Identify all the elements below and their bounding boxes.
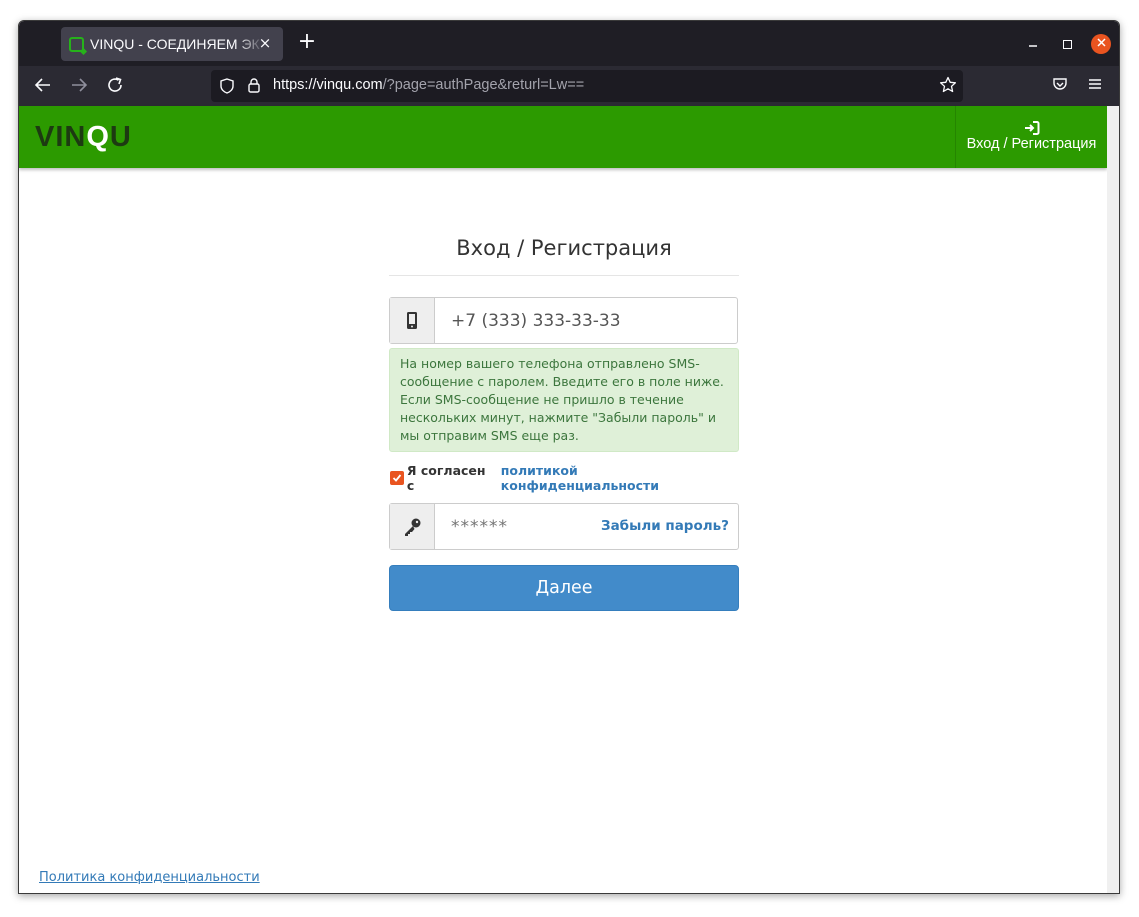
lock-icon[interactable] [247, 77, 261, 98]
back-arrow-icon[interactable] [33, 76, 53, 96]
logo-prefix: VIN [35, 121, 87, 153]
header-login-label: Вход / Регистрация [966, 136, 1097, 152]
page-scrollbar[interactable] [1107, 106, 1119, 893]
url-text[interactable]: https://vinqu.com/?page=authPage&returl=… [273, 77, 584, 93]
bookmark-star-icon[interactable] [939, 76, 957, 98]
reload-icon[interactable] [105, 76, 125, 96]
checkmark-icon [392, 474, 402, 482]
page-title: Вход / Регистрация [389, 236, 739, 276]
new-tab-button[interactable]: + [295, 31, 319, 55]
navigation-bar: https://vinqu.com/?page=authPage&returl=… [19, 66, 1119, 106]
maximize-button[interactable] [1056, 33, 1078, 55]
password-input-group: Забыли пароль? [389, 503, 739, 550]
logo-suffix: U [109, 121, 132, 153]
header-login-button[interactable]: Вход / Регистрация [955, 106, 1107, 168]
site-header: VINQU Вход / Регистрация [19, 106, 1107, 168]
phone-addon [390, 298, 435, 343]
vinqu-logo[interactable]: VINQU [35, 121, 132, 154]
phone-input-group [389, 297, 738, 344]
tracking-shield-icon[interactable] [219, 78, 235, 98]
browser-tab[interactable]: VINQU - СОЕДИНЯЕМ ЭК × [61, 27, 283, 61]
phone-input[interactable] [435, 298, 737, 343]
tab-title: VINQU - СОЕДИНЯЕМ ЭК [90, 36, 260, 52]
agree-checkbox[interactable] [390, 471, 404, 485]
mobile-phone-icon [407, 312, 417, 329]
page-content: VINQU Вход / Регистрация Вход / Регистра… [19, 106, 1107, 893]
url-host: https://vinqu.com [273, 77, 383, 93]
url-bar[interactable]: https://vinqu.com/?page=authPage&returl=… [211, 70, 963, 102]
privacy-agreement: Я согласен с политикой конфиденциальност… [389, 463, 739, 493]
url-path: /?page=authPage&returl=Lw== [382, 77, 585, 93]
sign-in-icon [1024, 121, 1039, 135]
password-addon [390, 504, 435, 549]
tab-close-icon[interactable]: × [256, 34, 274, 52]
minimize-button[interactable] [1022, 33, 1044, 55]
logo-q: Q [86, 121, 110, 153]
forward-arrow-icon[interactable] [69, 76, 89, 96]
pocket-icon[interactable] [1050, 76, 1070, 96]
site-favicon-icon [69, 36, 84, 52]
agree-text: Я согласен с [406, 463, 486, 493]
browser-window: VINQU - СОЕДИНЯЕМ ЭК × + https://vinqu.c… [18, 20, 1120, 894]
window-close-button[interactable] [1091, 34, 1111, 54]
tab-strip: VINQU - СОЕДИНЯЕМ ЭК × + [19, 21, 1119, 66]
forgot-password-link[interactable]: Забыли пароль? [601, 518, 729, 534]
privacy-policy-link[interactable]: политикой конфиденциальности [501, 463, 739, 493]
sms-notice: На номер вашего телефона отправлено SMS-… [389, 348, 739, 452]
key-icon [405, 518, 421, 536]
footer-privacy-link[interactable]: Политика конфиденциальности [39, 870, 260, 885]
hamburger-menu-icon[interactable] [1085, 76, 1105, 96]
auth-form: Вход / Регистрация На номер вашего телеф… [389, 236, 739, 611]
submit-button[interactable]: Далее [389, 565, 739, 611]
